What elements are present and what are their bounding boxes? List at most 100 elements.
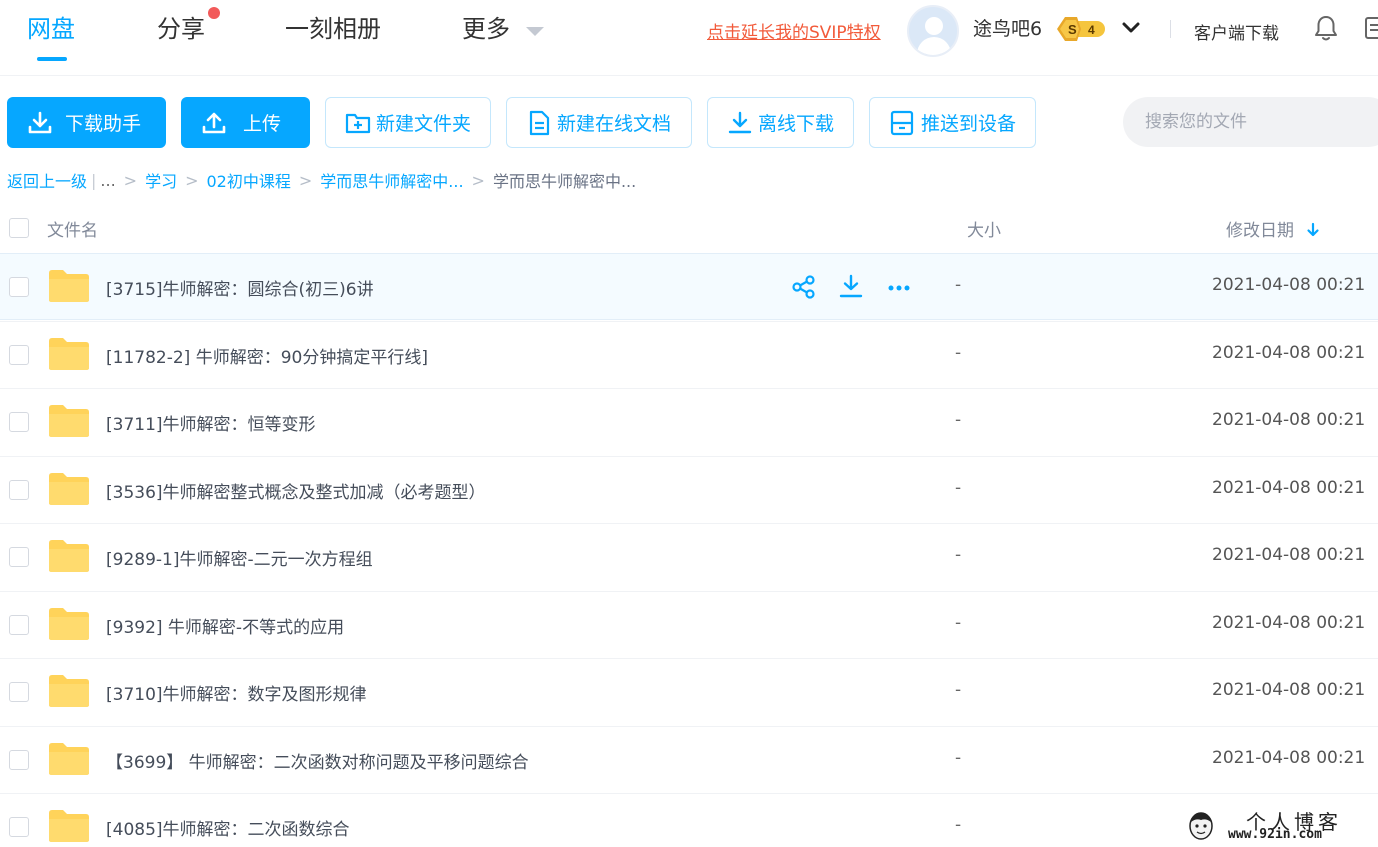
row-checkbox[interactable] [9, 480, 29, 500]
row-checkbox[interactable] [9, 750, 29, 770]
table-row[interactable]: [3710]牛师解密：数字及图形规律 - 2021-04-08 00:21 [0, 658, 1378, 725]
share-icon[interactable] [791, 274, 817, 300]
active-tab-indicator [37, 57, 67, 61]
top-navigation: 网盘 分享 一刻相册 更多 点击延长我的SVIP特权 途鸟吧6 S 4 客户端下… [0, 0, 1378, 76]
breadcrumb-separator-icon: > [123, 170, 138, 190]
new-folder-button[interactable]: 新建文件夹 [325, 97, 491, 148]
vip-symbol: S [1068, 22, 1077, 37]
file-name[interactable]: [3715]牛师解密：圆综合(初三)6讲 [106, 275, 374, 300]
svip-extend-link[interactable]: 点击延长我的SVIP特权 [707, 18, 881, 43]
offline-download-label: 离线下载 [758, 113, 835, 135]
offline-download-icon [728, 111, 752, 133]
push-to-device-label: 推送到设备 [921, 113, 1017, 135]
column-header-size[interactable]: 大小 [967, 216, 1001, 241]
share-notification-dot [208, 7, 220, 19]
device-icon [890, 110, 914, 135]
table-row[interactable]: [9392] 牛师解密-不等式的应用 - 2021-04-08 00:21 [0, 591, 1378, 658]
folder-icon [49, 405, 89, 437]
file-name[interactable]: [9392] 牛师解密-不等式的应用 [106, 613, 344, 638]
file-date: 2021-04-08 00:21 [1212, 343, 1366, 363]
svip-level-badge-icon: S 4 [1057, 17, 1105, 41]
select-all-checkbox[interactable] [9, 218, 29, 238]
download-icon[interactable] [838, 274, 864, 300]
file-name[interactable]: [9289-1]牛师解密-二元一次方程组 [106, 545, 373, 570]
offline-download-button[interactable]: 离线下载 [707, 97, 854, 148]
client-download-link[interactable]: 客户端下载 [1194, 19, 1279, 44]
breadcrumb-bar: | [91, 170, 97, 190]
vip-level: 4 [1088, 23, 1095, 37]
table-row[interactable]: 【3699】 牛师解密：二次函数对称问题及平移问题综合 - 2021-04-08… [0, 726, 1378, 793]
column-header-date[interactable]: 修改日期 [1226, 216, 1294, 241]
table-row[interactable]: [9289-1]牛师解密-二元一次方程组 - 2021-04-08 00:21 [0, 523, 1378, 590]
folder-icon [49, 743, 89, 775]
search-input[interactable] [1123, 97, 1378, 147]
file-date: 2021-04-08 00:21 [1212, 613, 1366, 633]
watermark-face-icon [1189, 812, 1213, 840]
row-checkbox[interactable] [9, 547, 29, 567]
folder-icon [49, 540, 89, 572]
row-checkbox[interactable] [9, 277, 29, 297]
breadcrumb-item-study[interactable]: 学习 [145, 168, 177, 192]
file-size: - [955, 613, 962, 633]
row-checkbox[interactable] [9, 817, 29, 837]
more-caret-icon[interactable] [526, 27, 544, 36]
file-date: 2021-04-08 00:21 [1212, 478, 1366, 498]
row-checkbox[interactable] [9, 615, 29, 635]
upload-label: 上传 [243, 113, 282, 135]
file-name[interactable]: [11782-2] 牛师解密：90分钟搞定平行线] [106, 343, 428, 368]
file-date: 2021-04-08 00:21 [1212, 748, 1366, 768]
file-name[interactable]: [3710]牛师解密：数字及图形规律 [106, 680, 367, 705]
file-table-header: 文件名 大小 修改日期 [0, 204, 1378, 252]
file-date: 2021-04-08 00:21 [1212, 410, 1366, 430]
file-size: - [955, 545, 962, 565]
table-row[interactable]: [3536]牛师解密整式概念及整式加减（必考题型） - 2021-04-08 0… [0, 456, 1378, 523]
file-size: - [955, 343, 962, 363]
sort-descending-icon[interactable] [1306, 222, 1320, 238]
folder-icon [49, 810, 89, 842]
row-checkbox[interactable] [9, 412, 29, 432]
nav-tab-album[interactable]: 一刻相册 [285, 12, 381, 46]
task-list-icon[interactable] [1363, 14, 1378, 42]
table-row[interactable]: [3711]牛师解密：恒等变形 - 2021-04-08 00:21 [0, 388, 1378, 455]
user-menu-chevron-down-icon[interactable] [1120, 16, 1142, 38]
username[interactable]: 途鸟吧6 [973, 14, 1042, 41]
avatar[interactable] [907, 5, 959, 57]
file-name[interactable]: [3711]牛师解密：恒等变形 [106, 410, 316, 435]
bell-icon[interactable] [1313, 14, 1339, 42]
new-folder-label: 新建文件夹 [376, 113, 472, 135]
file-name[interactable]: [3536]牛师解密整式概念及整式加减（必考题型） [106, 478, 486, 503]
column-header-name[interactable]: 文件名 [47, 216, 98, 241]
table-row[interactable]: [11782-2] 牛师解密：90分钟搞定平行线] - 2021-04-08 0… [0, 321, 1378, 388]
breadcrumb-item-xueersi[interactable]: 学而思牛师解密中... [320, 168, 463, 192]
file-name[interactable]: [4085]牛师解密：二次函数综合 [106, 815, 350, 840]
row-checkbox[interactable] [9, 682, 29, 702]
file-date: 2021-04-08 00:21 [1212, 545, 1366, 565]
breadcrumb: 返回上一级 | ... > 学习 > 02初中课程 > 学而思牛师解密中... … [7, 168, 636, 192]
folder-icon [49, 675, 89, 707]
folder-add-icon [345, 113, 371, 133]
breadcrumb-ellipsis[interactable]: ... [100, 171, 115, 190]
download-icon [28, 111, 52, 133]
push-to-device-button[interactable]: 推送到设备 [869, 97, 1036, 148]
breadcrumb-separator-icon: > [185, 170, 199, 190]
breadcrumb-current: 学而思牛师解密中... [492, 172, 637, 191]
row-checkbox[interactable] [9, 345, 29, 365]
folder-icon [49, 608, 89, 640]
download-helper-label: 下载助手 [65, 113, 142, 135]
new-online-doc-button[interactable]: 新建在线文档 [506, 97, 692, 148]
more-options-icon[interactable] [886, 274, 912, 300]
table-row[interactable]: [4085]牛师解密：二次函数综合 - [0, 793, 1378, 847]
nav-tab-share[interactable]: 分享 [157, 12, 205, 46]
file-date: 2021-04-08 00:21 [1212, 680, 1366, 700]
nav-tab-more[interactable]: 更多 [462, 12, 510, 46]
breadcrumb-back-link[interactable]: 返回上一级 [7, 168, 87, 192]
download-helper-button[interactable]: 下载助手 [7, 97, 166, 148]
file-size: - [955, 748, 962, 768]
upload-button[interactable]: 上传 [181, 97, 310, 148]
file-name[interactable]: 【3699】 牛师解密：二次函数对称问题及平移问题综合 [106, 748, 529, 773]
file-size: - [955, 275, 962, 295]
table-row[interactable]: [3715]牛师解密：圆综合(初三)6讲 - 2021-04-08 00:21 [0, 253, 1378, 320]
breadcrumb-item-junior-courses[interactable]: 02初中课程 [207, 168, 291, 192]
nav-tab-netdisk[interactable]: 网盘 [27, 12, 75, 46]
file-size: - [955, 478, 962, 498]
